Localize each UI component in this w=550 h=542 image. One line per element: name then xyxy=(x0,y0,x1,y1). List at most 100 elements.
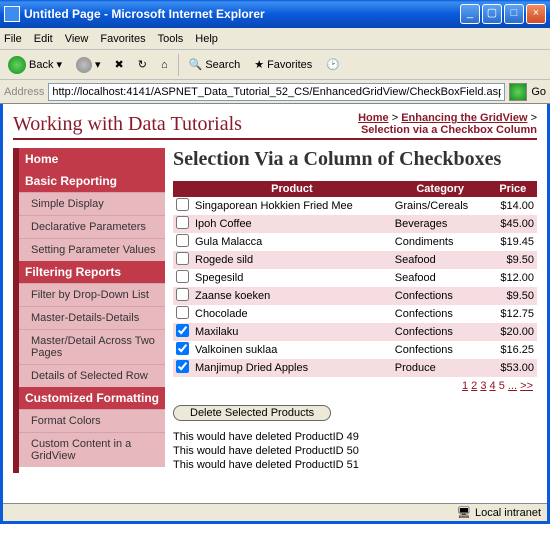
breadcrumb-enhancing[interactable]: Enhancing the GridView xyxy=(401,112,527,124)
cell-product: Manjimup Dried Apples xyxy=(192,359,392,377)
table-row: Manjimup Dried ApplesProduce$53.00 xyxy=(173,359,537,377)
browser-viewport: Working with Data Tutorials Home > Enhan… xyxy=(0,104,550,524)
cell-price: $9.50 xyxy=(489,251,537,269)
search-label: Search xyxy=(205,59,240,71)
sidebar-item[interactable]: Format Colors xyxy=(19,409,165,432)
col-checkbox xyxy=(173,181,192,197)
message-line: This would have deleted ProductID 50 xyxy=(173,445,537,457)
minimize-button[interactable]: _ xyxy=(460,4,480,24)
favorites-button[interactable]: ★Favorites xyxy=(250,56,316,73)
cell-category: Confections xyxy=(392,305,489,323)
table-row: Ipoh CoffeeBeverages$45.00 xyxy=(173,215,537,233)
table-row: SpegesildSeafood$12.00 xyxy=(173,269,537,287)
sidebar-item[interactable]: Master/Detail Across Two Pages xyxy=(19,329,165,364)
pager-page[interactable]: 3 xyxy=(480,380,486,392)
row-checkbox[interactable] xyxy=(176,198,189,211)
cell-product: Chocolade xyxy=(192,305,392,323)
row-checkbox[interactable] xyxy=(176,234,189,247)
sidebar-item[interactable]: Setting Parameter Values xyxy=(19,238,165,261)
cell-product: Rogede sild xyxy=(192,251,392,269)
pager-page[interactable]: 1 xyxy=(462,380,468,392)
restore-button[interactable]: ▢ xyxy=(482,4,502,24)
sidebar-filtering[interactable]: Filtering Reports xyxy=(19,261,165,283)
menu-file[interactable]: File xyxy=(4,33,22,45)
cell-category: Grains/Cereals xyxy=(392,197,489,215)
col-price: Price xyxy=(489,181,537,197)
sidebar-item[interactable]: Filter by Drop-Down List xyxy=(19,283,165,306)
go-button[interactable] xyxy=(509,83,527,101)
stop-icon: ✖ xyxy=(115,58,124,71)
sidebar-item[interactable]: Custom Content in a GridView xyxy=(19,432,165,467)
sidebar-home[interactable]: Home xyxy=(19,148,165,170)
table-row: Rogede sildSeafood$9.50 xyxy=(173,251,537,269)
address-input[interactable] xyxy=(48,83,505,101)
cell-category: Produce xyxy=(392,359,489,377)
sidebar-item[interactable]: Declarative Parameters xyxy=(19,215,165,238)
breadcrumb-home[interactable]: Home xyxy=(358,112,389,124)
cell-category: Confections xyxy=(392,341,489,359)
sidebar-custfmt[interactable]: Customized Formatting xyxy=(19,387,165,409)
row-checkbox[interactable] xyxy=(176,360,189,373)
star-icon: ★ xyxy=(254,58,264,71)
row-checkbox[interactable] xyxy=(176,216,189,229)
menu-bar: File Edit View Favorites Tools Help xyxy=(0,28,550,50)
pager-page[interactable]: 2 xyxy=(471,380,477,392)
pager-page[interactable]: 4 xyxy=(490,380,496,392)
cell-product: Spegesild xyxy=(192,269,392,287)
address-bar: Address Go xyxy=(0,80,550,104)
row-checkbox[interactable] xyxy=(176,324,189,337)
pager-dots[interactable]: ... xyxy=(508,380,517,392)
refresh-button[interactable]: ↻ xyxy=(134,56,151,73)
sidebar-item[interactable]: Master-Details-Details xyxy=(19,306,165,329)
forward-icon xyxy=(76,57,92,73)
breadcrumb-current: Selection via a Checkbox Column xyxy=(361,124,537,136)
cell-product: Ipoh Coffee xyxy=(192,215,392,233)
back-icon xyxy=(8,56,26,74)
cell-price: $20.00 xyxy=(489,323,537,341)
close-button[interactable]: × xyxy=(526,4,546,24)
menu-favorites[interactable]: Favorites xyxy=(100,33,145,45)
cell-price: $19.45 xyxy=(489,233,537,251)
table-row: Valkoinen suklaaConfections$16.25 xyxy=(173,341,537,359)
menu-help[interactable]: Help xyxy=(195,33,218,45)
pager-current: 5 xyxy=(499,380,505,392)
back-button[interactable]: Back ▾ xyxy=(4,54,66,76)
search-button[interactable]: 🔍Search xyxy=(185,56,245,73)
message-line: This would have deleted ProductID 51 xyxy=(173,459,537,471)
site-title: Working with Data Tutorials xyxy=(13,113,242,136)
result-messages: This would have deleted ProductID 49 Thi… xyxy=(173,431,537,471)
cell-category: Confections xyxy=(392,287,489,305)
sidebar-item[interactable]: Details of Selected Row xyxy=(19,364,165,387)
col-category: Category xyxy=(392,181,489,197)
cell-category: Beverages xyxy=(392,215,489,233)
history-button[interactable]: 🕑 xyxy=(322,56,344,73)
cell-product: Valkoinen suklaa xyxy=(192,341,392,359)
row-checkbox[interactable] xyxy=(176,342,189,355)
message-line: This would have deleted ProductID 49 xyxy=(173,431,537,443)
cell-product: Gula Malacca xyxy=(192,233,392,251)
sidebar-item[interactable]: Simple Display xyxy=(19,192,165,215)
row-checkbox[interactable] xyxy=(176,288,189,301)
row-checkbox[interactable] xyxy=(176,252,189,265)
maximize-button[interactable]: □ xyxy=(504,4,524,24)
pager-next[interactable]: >> xyxy=(520,380,533,392)
cell-category: Confections xyxy=(392,323,489,341)
cell-price: $16.25 xyxy=(489,341,537,359)
cell-product: Maxilaku xyxy=(192,323,392,341)
address-label: Address xyxy=(4,86,44,98)
sidebar-basic-reporting[interactable]: Basic Reporting xyxy=(19,170,165,192)
delete-selected-button[interactable]: Delete Selected Products xyxy=(173,405,331,421)
row-checkbox[interactable] xyxy=(176,270,189,283)
menu-view[interactable]: View xyxy=(65,33,89,45)
menu-tools[interactable]: Tools xyxy=(158,33,184,45)
menu-edit[interactable]: Edit xyxy=(34,33,53,45)
cell-category: Seafood xyxy=(392,251,489,269)
home-button[interactable]: ⌂ xyxy=(157,57,172,73)
cell-product: Singaporean Hokkien Fried Mee xyxy=(192,197,392,215)
history-icon: 🕑 xyxy=(326,58,340,71)
back-label: Back xyxy=(29,59,53,71)
stop-button[interactable]: ✖ xyxy=(111,56,128,73)
row-checkbox[interactable] xyxy=(176,306,189,319)
forward-button[interactable]: ▾ xyxy=(72,55,105,75)
table-row: Singaporean Hokkien Fried MeeGrains/Cere… xyxy=(173,197,537,215)
